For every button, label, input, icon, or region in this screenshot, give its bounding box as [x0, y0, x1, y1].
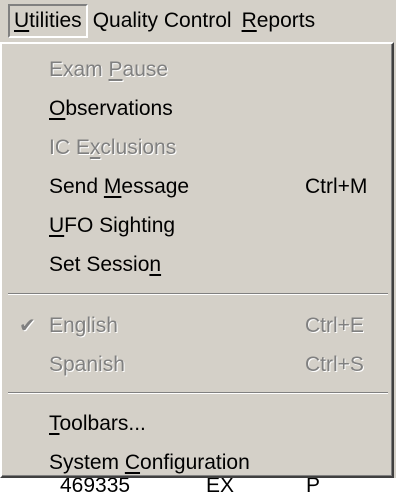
menu-item-exam-pause[interactable]: Exam Pause — [2, 50, 392, 90]
menu-item-label: Toolbars... — [49, 412, 146, 435]
menu-reports-label: eports — [256, 9, 316, 32]
menu-separator — [8, 392, 388, 394]
menu-utilities-mnemonic: U — [14, 9, 30, 32]
menu-item-set-session[interactable]: Set Session — [2, 245, 392, 285]
menu-item-label: System Configuration — [49, 451, 250, 474]
menu-quality-control[interactable]: Quality Control — [88, 4, 237, 38]
checkmark-icon: ✔ — [19, 315, 36, 337]
menu-item-send-message[interactable]: Send Message Ctrl+M — [2, 167, 392, 207]
menu-bar: Utilities Quality Control Reports — [0, 0, 396, 42]
menu-item-shortcut: Ctrl+S — [305, 353, 364, 376]
menu-utilities-label: tilities — [29, 9, 82, 32]
menu-quality-control-label: Quality Control — [92, 9, 232, 32]
menu-item-english[interactable]: ✔ English Ctrl+E — [2, 306, 392, 346]
menu-item-ic-exclusions[interactable]: IC Exclusions — [2, 128, 392, 168]
menu-reports[interactable]: Reports — [237, 4, 321, 38]
menu-item-label: English — [49, 314, 118, 337]
background-table-row: 469335 EX P — [0, 478, 396, 500]
menu-item-shortcut: Ctrl+M — [305, 175, 368, 198]
background-cell-type: EX — [206, 478, 235, 497]
menu-separator — [8, 293, 388, 295]
menu-utilities[interactable]: Utilities — [8, 4, 88, 38]
menu-item-label: Exam Pause — [49, 58, 169, 81]
background-cell-status: P — [306, 478, 321, 497]
menu-item-label: Spanish — [49, 353, 125, 376]
menu-item-shortcut: Ctrl+E — [305, 314, 364, 337]
background-cell-id: 469335 — [60, 478, 131, 497]
menu-bar-edge — [0, 0, 8, 42]
utilities-dropdown-menu: Exam Pause Observations IC Exclusions Se… — [0, 42, 394, 478]
menu-item-observations[interactable]: Observations — [2, 89, 392, 129]
menu-item-system-configuration[interactable]: System Configuration — [2, 443, 392, 483]
menu-item-label: Send Message — [49, 175, 190, 198]
menu-item-label: IC Exclusions — [49, 136, 177, 159]
menu-item-label: Set Session — [49, 253, 162, 276]
menu-item-spanish[interactable]: Spanish Ctrl+S — [2, 345, 392, 385]
menu-item-ufo-sighting[interactable]: UFO Sighting — [2, 206, 392, 246]
screen: Utilities Quality Control Reports Exam P… — [0, 0, 396, 500]
menu-item-label: UFO Sighting — [49, 214, 176, 237]
menu-reports-mnemonic: R — [241, 9, 257, 32]
menu-item-label: Observations — [49, 97, 173, 120]
menu-item-toolbars[interactable]: Toolbars... — [2, 404, 392, 444]
